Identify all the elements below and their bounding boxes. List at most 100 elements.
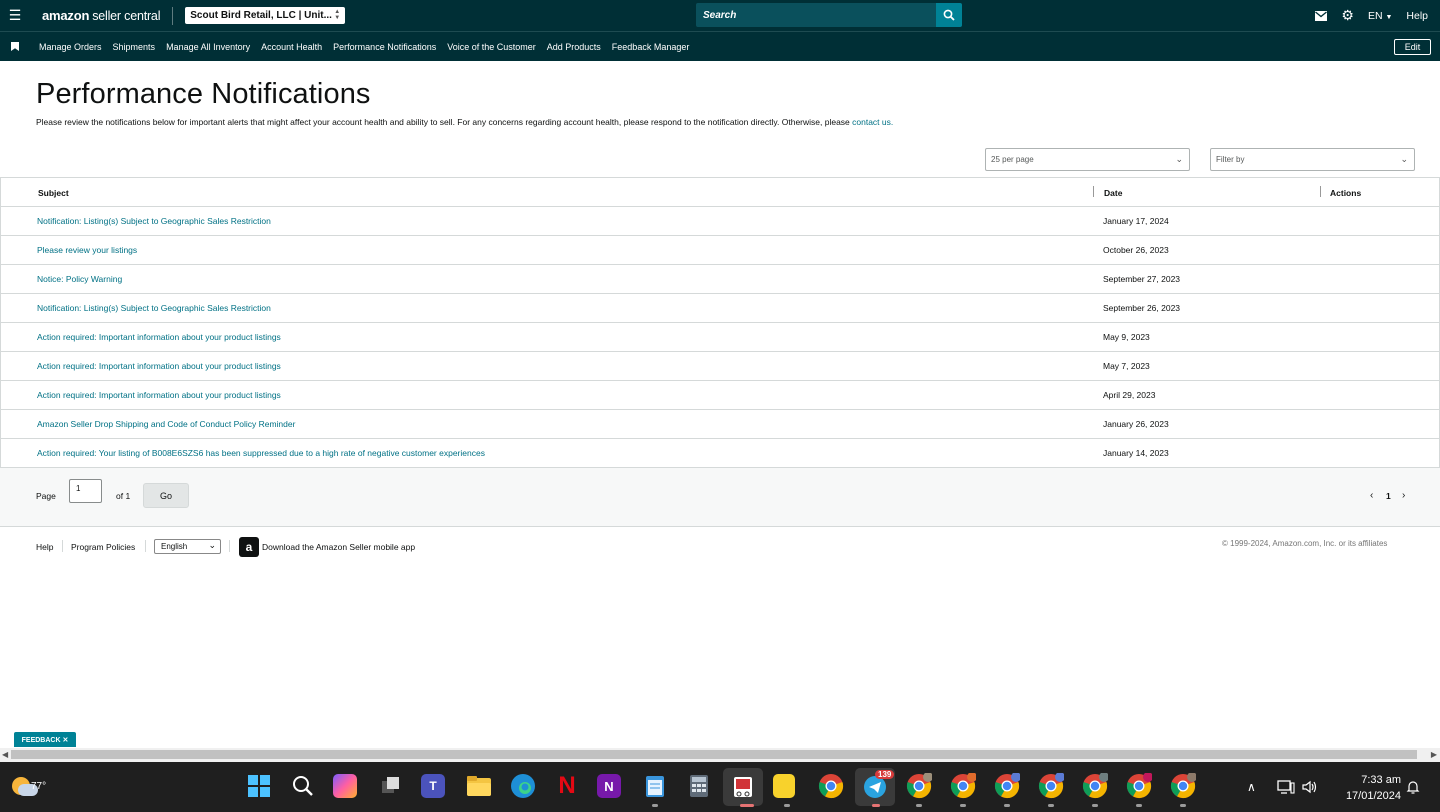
notification-subject-link[interactable]: Please review your listings: [37, 245, 137, 255]
account-selector[interactable]: Scout Bird Retail, LLC | Unit... ▲ ▼: [185, 7, 346, 24]
notification-subject-link[interactable]: Action required: Important information a…: [37, 361, 281, 371]
copilot-icon[interactable]: [333, 774, 357, 798]
nav-manage-inventory[interactable]: Manage All Inventory: [166, 42, 250, 52]
table-row: Please review your listings October 26, 2…: [1, 236, 1439, 265]
chrome-profile-icon[interactable]: [1169, 772, 1197, 800]
column-divider: [1320, 186, 1321, 197]
contact-us-link[interactable]: contact us.: [852, 117, 893, 127]
header-date[interactable]: Date: [1104, 178, 1122, 207]
top-header: ☰ amazon seller central Scout Bird Retai…: [0, 0, 1440, 31]
notification-date: May 9, 2023: [1103, 332, 1150, 342]
table-header: Subject Date Actions: [1, 178, 1439, 207]
notification-subject-link[interactable]: Notice: Policy Warning: [37, 274, 122, 284]
nav-account-health[interactable]: Account Health: [261, 42, 322, 52]
nav-performance-notifications[interactable]: Performance Notifications: [333, 42, 436, 52]
menu-icon[interactable]: ☰: [0, 0, 30, 31]
per-page-select[interactable]: 25 per page ⌄: [985, 148, 1190, 171]
search-input[interactable]: Search: [696, 3, 936, 27]
teams-icon[interactable]: T: [421, 774, 445, 798]
help-link[interactable]: Help: [1406, 10, 1428, 22]
notification-subject-link[interactable]: Action required: Important information a…: [37, 332, 281, 342]
app-running-indicator: [1092, 804, 1098, 807]
language-selector[interactable]: EN ▼: [1368, 10, 1392, 22]
nav-feedback-manager[interactable]: Feedback Manager: [612, 42, 690, 52]
sticky-notes-icon[interactable]: [773, 774, 795, 798]
onenote-icon[interactable]: N: [597, 774, 621, 798]
download-app-link[interactable]: Download the Amazon Seller mobile app: [262, 542, 415, 552]
system-clock[interactable]: 7:33 am 17/01/2024: [1331, 772, 1401, 804]
notification-date: September 26, 2023: [1103, 303, 1181, 313]
footer-language-select[interactable]: English ⌄: [154, 539, 221, 554]
feedback-button[interactable]: FEEDBACK ✕: [14, 732, 76, 747]
windows-start-icon[interactable]: [245, 772, 273, 800]
search-icon[interactable]: [289, 772, 317, 800]
task-view-icon[interactable]: [377, 772, 405, 800]
app-running-indicator: [1004, 804, 1010, 807]
telegram-icon[interactable]: 139: [855, 768, 895, 806]
chrome-profile-icon[interactable]: [1037, 772, 1065, 800]
gear-icon[interactable]: ⚙: [1341, 7, 1354, 24]
table-row: Notification: Listing(s) Subject to Geog…: [1, 207, 1439, 236]
chrome-profile-icon[interactable]: [1125, 772, 1153, 800]
file-explorer-icon[interactable]: [465, 772, 493, 800]
edit-nav-button[interactable]: Edit: [1394, 39, 1431, 55]
notification-subject-link[interactable]: Amazon Seller Drop Shipping and Code of …: [37, 419, 295, 429]
scrollbar-thumb[interactable]: [11, 750, 1417, 759]
app-running-indicator: [916, 804, 922, 807]
bookmark-icon[interactable]: [11, 42, 19, 51]
notepad-icon[interactable]: [641, 772, 669, 800]
nav-add-products[interactable]: Add Products: [547, 42, 601, 52]
network-icon[interactable]: [1277, 762, 1295, 812]
footer-divider: [145, 540, 146, 552]
brand-suffix: seller central: [92, 9, 161, 23]
footer-help-link[interactable]: Help: [36, 542, 53, 552]
tray-overflow-icon[interactable]: ∧: [1247, 762, 1256, 812]
notification-date: January 26, 2023: [1103, 419, 1169, 429]
page-number-input[interactable]: 1: [69, 479, 102, 503]
page-footer: Help Program Policies English ⌄ a Downloa…: [0, 528, 1440, 564]
search-button[interactable]: [936, 3, 962, 27]
notification-subject-link[interactable]: Action required: Important information a…: [37, 390, 281, 400]
chrome-profile-icon[interactable]: [905, 772, 933, 800]
calculator-icon[interactable]: [685, 772, 713, 800]
chevron-down-icon: ⌄: [208, 540, 216, 550]
edge-browser-icon[interactable]: [509, 772, 537, 800]
chevron-left-icon[interactable]: ‹: [1370, 490, 1373, 501]
amazon-app-icon[interactable]: a: [239, 537, 259, 557]
horizontal-scrollbar[interactable]: ◀ ▶: [0, 748, 1440, 762]
chrome-profile-icon[interactable]: [949, 772, 977, 800]
app-running-indicator: [1180, 804, 1186, 807]
program-policies-link[interactable]: Program Policies: [71, 542, 135, 552]
filter-select[interactable]: Filter by ⌄: [1210, 148, 1415, 171]
current-page-number[interactable]: 1: [1386, 491, 1391, 501]
header-subject[interactable]: Subject: [38, 178, 69, 207]
table-row: Action required: Important information a…: [1, 323, 1439, 352]
volume-icon[interactable]: [1301, 762, 1319, 812]
weather-widget[interactable]: 77°: [10, 770, 46, 800]
brand-logo[interactable]: amazon seller central: [42, 8, 160, 23]
chrome-profile-icon[interactable]: [1081, 772, 1109, 800]
nav-shipments[interactable]: Shipments: [113, 42, 156, 52]
app-running-indicator: [1136, 804, 1142, 807]
nav-bar: Manage Orders Shipments Manage All Inven…: [0, 31, 1440, 61]
account-name: Scout Bird Retail, LLC | Unit...: [190, 10, 332, 21]
search-placeholder: Search: [703, 9, 737, 21]
scroll-right-icon[interactable]: ▶: [1431, 750, 1437, 759]
nav-voice-of-customer[interactable]: Voice of the Customer: [447, 42, 536, 52]
chevron-right-icon[interactable]: ›: [1402, 490, 1405, 501]
snipping-tool-icon[interactable]: [723, 768, 763, 806]
notification-subject-link[interactable]: Notification: Listing(s) Subject to Geog…: [37, 303, 271, 313]
chrome-icon[interactable]: [817, 772, 845, 800]
notification-subject-link[interactable]: Action required: Your listing of B008E6S…: [37, 448, 485, 458]
mail-icon[interactable]: [1315, 10, 1328, 21]
nav-manage-orders[interactable]: Manage Orders: [39, 42, 102, 52]
app-running-indicator: [784, 804, 790, 807]
notification-subject-link[interactable]: Notification: Listing(s) Subject to Geog…: [37, 216, 271, 226]
netflix-icon[interactable]: N: [553, 772, 581, 800]
go-button[interactable]: Go: [143, 483, 189, 508]
scroll-left-icon[interactable]: ◀: [2, 750, 8, 759]
notifications-bell-icon[interactable]: [1405, 762, 1421, 812]
chrome-profile-icon[interactable]: [993, 772, 1021, 800]
notification-date: April 29, 2023: [1103, 390, 1156, 400]
per-page-value: 25 per page: [991, 155, 1034, 164]
